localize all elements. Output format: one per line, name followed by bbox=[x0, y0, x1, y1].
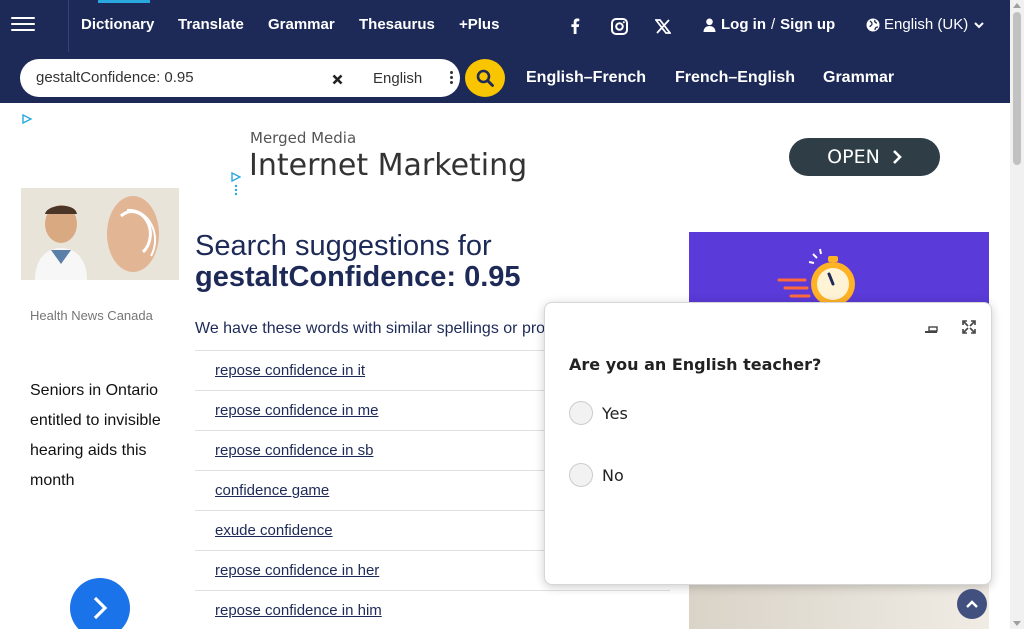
nav-grammar[interactable]: Grammar bbox=[268, 16, 335, 33]
ad-headline: Internet Marketing bbox=[249, 148, 528, 183]
scroll-up-arrow[interactable] bbox=[1013, 3, 1021, 8]
dictionary-language-label: English bbox=[373, 69, 423, 87]
nav-divider bbox=[68, 0, 69, 52]
survey-option-label: No bbox=[602, 465, 624, 485]
nav-translate[interactable]: Translate bbox=[178, 16, 244, 33]
tab-grammar[interactable]: Grammar bbox=[823, 69, 894, 87]
expand-button[interactable] bbox=[961, 319, 977, 335]
suggestion-link[interactable]: exude confidence bbox=[215, 522, 333, 539]
banner-ad[interactable]: Merged Media Internet Marketing OPEN bbox=[227, 110, 957, 202]
more-options-icon bbox=[450, 71, 454, 85]
suggestion-link[interactable]: repose confidence in me bbox=[215, 402, 378, 419]
tab-english-french[interactable]: English–French bbox=[526, 69, 646, 87]
chevron-up-icon bbox=[966, 600, 978, 608]
suggestion-link[interactable]: confidence game bbox=[215, 482, 329, 499]
dictionary-language-select[interactable]: English bbox=[358, 65, 468, 91]
radio-button[interactable] bbox=[569, 463, 593, 487]
search-bar: English English–French French–English Gr… bbox=[0, 52, 1010, 103]
chevron-right-icon bbox=[892, 150, 902, 164]
hamburger-menu-icon[interactable] bbox=[11, 13, 37, 35]
list-item: repose confidence in him bbox=[195, 590, 670, 629]
chevron-right-icon bbox=[93, 596, 108, 620]
facebook-icon[interactable] bbox=[563, 14, 587, 38]
globe-icon bbox=[866, 18, 880, 31]
ad-open-label: OPEN bbox=[827, 146, 880, 168]
site-language-select[interactable]: English (UK) bbox=[866, 16, 986, 33]
x-twitter-icon[interactable] bbox=[651, 14, 675, 38]
survey-option-no[interactable]: No bbox=[569, 463, 624, 487]
page-title: Search suggestions for gestaltConfidence… bbox=[195, 231, 675, 293]
radio-button[interactable] bbox=[569, 401, 593, 425]
login-signup: Log in / Sign up bbox=[703, 16, 835, 33]
scroll-to-top-button[interactable] bbox=[957, 589, 987, 619]
survey-popup: Are you an English teacher? Yes No bbox=[544, 302, 992, 585]
search-box: English bbox=[20, 59, 460, 97]
survey-option-yes[interactable]: Yes bbox=[569, 401, 628, 425]
ad-text: Seniors in Ontario entitled to invisible… bbox=[30, 382, 161, 489]
nav-thesaurus[interactable]: Thesaurus bbox=[359, 16, 435, 33]
site-language-label: English (UK) bbox=[884, 16, 969, 33]
ad-brand: Merged Media bbox=[250, 129, 357, 147]
ad-next-button[interactable] bbox=[70, 578, 130, 629]
ad-image bbox=[689, 582, 989, 629]
suggestions-description: We have these words with similar spellin… bbox=[195, 320, 546, 337]
expand-icon bbox=[962, 320, 976, 334]
page: Dictionary Translate Grammar Thesaurus +… bbox=[0, 0, 1024, 629]
login-link[interactable]: Log in bbox=[721, 16, 766, 33]
left-ad[interactable]: Health News Canada Seniors in Ontario en… bbox=[18, 110, 182, 629]
signup-link[interactable]: Sign up bbox=[780, 16, 835, 33]
chevron-down-icon bbox=[974, 21, 984, 28]
suggestion-link[interactable]: repose confidence in him bbox=[215, 602, 382, 619]
survey-option-label: Yes bbox=[602, 403, 628, 423]
clear-search-button[interactable] bbox=[326, 68, 348, 90]
search-icon bbox=[476, 69, 494, 87]
search-button[interactable] bbox=[465, 59, 505, 97]
close-icon bbox=[332, 74, 342, 84]
stopwatch-icon bbox=[777, 248, 855, 306]
ad-image bbox=[21, 188, 179, 280]
tab-french-english[interactable]: French–English bbox=[675, 69, 795, 87]
ad-source: Health News Canada bbox=[30, 308, 153, 323]
login-separator: / bbox=[771, 16, 776, 33]
minimize-icon bbox=[925, 326, 938, 333]
scroll-down-arrow[interactable] bbox=[1013, 621, 1021, 626]
top-nav: Dictionary Translate Grammar Thesaurus +… bbox=[0, 0, 1010, 52]
search-input[interactable] bbox=[36, 69, 316, 86]
active-nav-indicator bbox=[98, 0, 150, 3]
page-scrollbar[interactable] bbox=[1010, 0, 1024, 629]
suggestion-link[interactable]: repose confidence in sb bbox=[215, 442, 373, 459]
page-title-prefix: Search suggestions for bbox=[195, 230, 492, 262]
ad-open-button[interactable]: OPEN bbox=[789, 138, 940, 176]
page-title-query: gestaltConfidence: 0.95 bbox=[195, 261, 521, 293]
scroll-thumb[interactable] bbox=[1013, 12, 1021, 165]
adchoices-icon[interactable] bbox=[22, 114, 32, 124]
nav-plus[interactable]: +Plus bbox=[459, 16, 499, 33]
suggestion-link[interactable]: repose confidence in her bbox=[215, 562, 379, 579]
adchoices-icon[interactable] bbox=[231, 172, 241, 196]
instagram-icon[interactable] bbox=[607, 14, 631, 38]
minimize-button[interactable] bbox=[923, 319, 939, 335]
nav-dictionary[interactable]: Dictionary bbox=[81, 16, 154, 33]
suggestion-link[interactable]: repose confidence in it bbox=[215, 362, 365, 379]
user-icon bbox=[703, 18, 716, 32]
survey-question: Are you an English teacher? bbox=[569, 355, 822, 374]
